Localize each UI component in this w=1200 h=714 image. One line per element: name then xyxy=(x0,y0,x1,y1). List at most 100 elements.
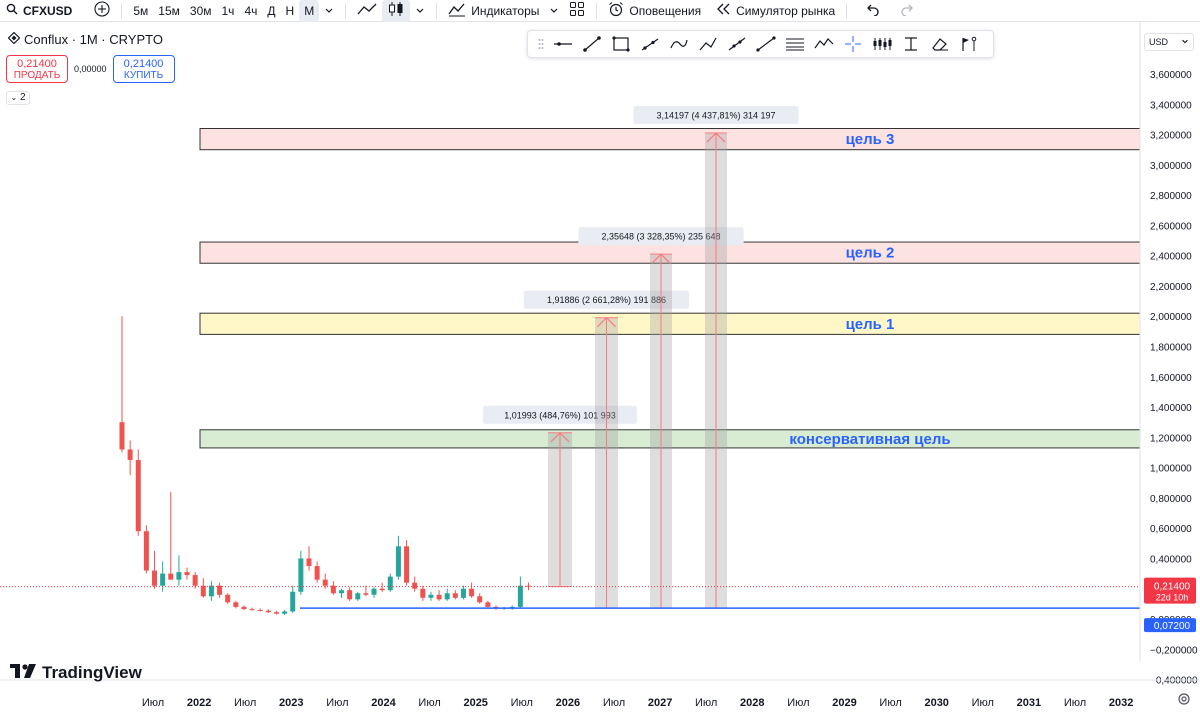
candle-body xyxy=(420,588,426,598)
horizontal-line-icon[interactable] xyxy=(548,32,577,56)
candle-body xyxy=(322,579,328,586)
candle-19 xyxy=(273,610,279,615)
time-tick: Июл xyxy=(142,697,164,709)
candle-13 xyxy=(225,593,231,604)
eraser-icon[interactable] xyxy=(925,32,954,56)
candle-16 xyxy=(249,607,255,611)
tradingview-logo-icon xyxy=(10,662,36,683)
candle-body xyxy=(379,588,385,591)
interval-month[interactable]: М xyxy=(299,0,320,22)
divider xyxy=(436,2,438,19)
interval-day[interactable]: Д xyxy=(262,0,280,22)
line-chart-button[interactable] xyxy=(352,0,382,22)
candle-41 xyxy=(452,590,458,600)
interval-1h[interactable]: 1ч xyxy=(217,0,240,22)
crosshair-icon[interactable] xyxy=(838,32,867,56)
indicators-label: Индикаторы xyxy=(471,3,540,18)
undo-button[interactable] xyxy=(859,0,885,22)
zone-label-2: цель 2 xyxy=(846,245,895,262)
rewind-icon xyxy=(717,3,731,18)
top-toolbar: CFXUSD 5м 15м 30м 1ч 4ч Д Н М Индикаторы… xyxy=(0,0,1200,22)
candle-body xyxy=(168,573,174,580)
candle-17 xyxy=(257,608,263,612)
gear-icon xyxy=(1176,693,1192,710)
undo-icon xyxy=(864,2,880,19)
candle-33 xyxy=(387,573,393,592)
price-range-icon[interactable] xyxy=(896,32,925,56)
candle-34 xyxy=(395,535,401,580)
price-chart[interactable]: консервативная цель цель 1 цель 2 цель 3 1,… xyxy=(0,22,1200,714)
drag-handle-icon[interactable] xyxy=(534,32,548,56)
info-line-icon[interactable] xyxy=(751,32,780,56)
parallel-channel-icon[interactable] xyxy=(780,32,809,56)
pattern-icon[interactable] xyxy=(809,32,838,56)
chevron-down-icon xyxy=(324,4,334,18)
candle-body xyxy=(127,449,133,461)
interval-4h[interactable]: 4ч xyxy=(239,0,262,22)
candle-11 xyxy=(208,581,214,601)
indicators-dropdown[interactable] xyxy=(544,0,564,22)
brush-icon[interactable] xyxy=(664,32,693,56)
candle-body xyxy=(184,572,190,576)
candle-45 xyxy=(485,600,491,609)
tradingview-logo[interactable]: TradingView xyxy=(10,662,142,683)
grid-icon xyxy=(569,1,585,20)
interval-week[interactable]: Н xyxy=(281,0,300,22)
interval-5m[interactable]: 5м xyxy=(128,0,153,22)
time-tick: 2032 xyxy=(1109,697,1133,709)
candle-43 xyxy=(469,582,475,598)
price-tick: 0,800000 xyxy=(1150,494,1192,505)
conflux-logo-icon xyxy=(7,31,21,47)
candle-body xyxy=(265,610,271,613)
compare-button[interactable] xyxy=(89,0,115,22)
candle-14 xyxy=(233,600,239,609)
ray-icon[interactable] xyxy=(635,32,664,56)
price-tick: 2,600000 xyxy=(1150,221,1192,232)
alerts-label: Оповещения xyxy=(629,3,702,18)
candle-body xyxy=(282,611,288,614)
chart-type-dropdown[interactable] xyxy=(410,0,430,22)
time-tick: 2023 xyxy=(279,697,303,709)
rectangle-icon[interactable] xyxy=(606,32,635,56)
countdown-label: 22d 10h xyxy=(1156,593,1189,603)
candles-chart-button[interactable] xyxy=(382,0,411,22)
indicators-button[interactable]: Индикаторы xyxy=(443,0,544,22)
flag-pin-icon[interactable] xyxy=(954,32,983,56)
interval-15m[interactable]: 15м xyxy=(153,0,185,22)
candle-body xyxy=(208,585,214,597)
price-tick: 1,400000 xyxy=(1150,403,1192,414)
zone-label-0: консервативная цель xyxy=(789,431,950,448)
candle-body xyxy=(412,582,418,589)
buy-button[interactable]: 0,21400 КУПИТЬ xyxy=(112,55,175,83)
chevron-down-icon: ⌄ xyxy=(10,93,18,102)
buy-price: 0,21400 xyxy=(123,58,164,70)
time-tick: Июл xyxy=(972,697,994,709)
path-icon[interactable] xyxy=(693,32,722,56)
interval-30m[interactable]: 30м xyxy=(185,0,217,22)
buy-label: КУПИТЬ xyxy=(123,70,164,81)
measure-label-3: 3,14197 (4 437,81%) 314 197 xyxy=(656,111,775,121)
candle-22 xyxy=(298,550,304,595)
redo-icon xyxy=(900,2,916,19)
candle-body xyxy=(517,585,523,607)
candle-body xyxy=(249,609,255,611)
chevron-down-icon xyxy=(415,4,425,18)
trend-line-icon[interactable] xyxy=(577,32,606,56)
symbol-search[interactable]: CFXUSD xyxy=(0,0,77,22)
interval-dropdown[interactable] xyxy=(319,0,339,22)
legend-title: Conflux · 1M · CRYPTO xyxy=(24,32,163,47)
alerts-button[interactable]: Оповещения xyxy=(603,0,706,22)
price-tick: 2,400000 xyxy=(1150,252,1192,263)
redo-button[interactable] xyxy=(895,0,921,22)
bars-pattern-icon[interactable] xyxy=(867,32,896,56)
extended-line-icon[interactable] xyxy=(722,32,751,56)
candle-26 xyxy=(330,581,336,595)
replay-button[interactable]: Симулятор рынка xyxy=(712,0,840,22)
candle-10 xyxy=(200,578,206,598)
layout-button[interactable] xyxy=(564,0,590,22)
currency-selector[interactable]: USD xyxy=(1144,33,1194,51)
time-tick: 2029 xyxy=(832,697,856,709)
settings-gear-button[interactable] xyxy=(1176,691,1192,710)
sell-button[interactable]: 0,21400 ПРОДАТЬ xyxy=(6,55,68,83)
indicators-collapse-button[interactable]: ⌄ 2 xyxy=(6,91,30,105)
